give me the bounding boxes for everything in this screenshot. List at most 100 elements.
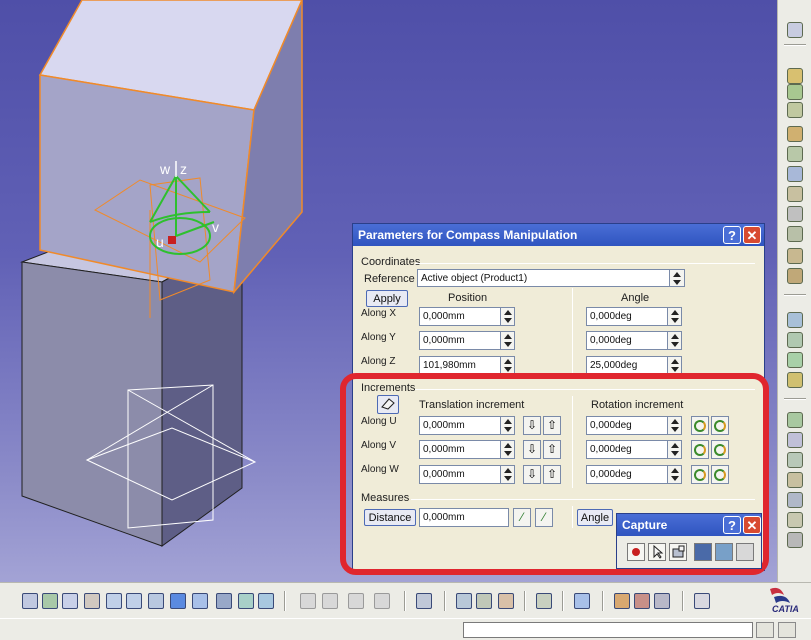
- shading-icon[interactable]: [216, 593, 232, 609]
- clash-icon[interactable]: [456, 593, 472, 609]
- explode-icon[interactable]: [787, 352, 803, 368]
- replace-icon[interactable]: [787, 166, 803, 182]
- stop-manipulate-icon[interactable]: [787, 372, 803, 388]
- capture-options-icon[interactable]: [669, 543, 687, 561]
- capture-toolbar: Capture ? ✕: [616, 513, 762, 569]
- position-y-field[interactable]: 0,000mm: [419, 331, 501, 350]
- compass-origin-marker: [168, 236, 176, 244]
- image-capture-icon[interactable]: [715, 543, 733, 561]
- manipulation-icon[interactable]: [787, 312, 803, 328]
- swap-visible-space-icon[interactable]: [258, 593, 274, 609]
- space-analysis-icon[interactable]: [416, 593, 432, 609]
- fix-component-icon[interactable]: [787, 492, 803, 508]
- capture-close-button[interactable]: ✕: [743, 516, 761, 534]
- record-icon[interactable]: [627, 543, 645, 561]
- coordinates-divider: [415, 263, 755, 264]
- position-x-spinner[interactable]: [500, 307, 515, 326]
- zoom-in-icon[interactable]: [106, 593, 122, 609]
- reorder-icon[interactable]: [787, 206, 803, 222]
- angle-x-field[interactable]: 0,000deg: [586, 307, 668, 326]
- product-icon[interactable]: [787, 102, 803, 118]
- command-input[interactable]: [463, 622, 753, 638]
- lower-cube-left-face: [21, 261, 163, 547]
- numbering-icon[interactable]: [787, 226, 803, 242]
- bottom-toolbar: CATIA: [0, 582, 811, 618]
- toolbar-separator: [404, 591, 406, 611]
- along-y-label: Along Y: [361, 332, 396, 343]
- reference-select[interactable]: Active object (Product1): [417, 269, 685, 287]
- angle-y-spinner[interactable]: [667, 331, 682, 350]
- iso-view-icon[interactable]: [192, 593, 208, 609]
- measure-inertia-icon[interactable]: [348, 593, 364, 609]
- angle-constraint-icon[interactable]: [787, 472, 803, 488]
- select-mode-icon[interactable]: [648, 543, 666, 561]
- toolbar-separator: [784, 294, 806, 296]
- materials-icon[interactable]: [614, 593, 630, 609]
- catalog-browser-icon[interactable]: [574, 593, 590, 609]
- measure-thickness-icon[interactable]: [374, 593, 390, 609]
- contact-constraint-icon[interactable]: [787, 432, 803, 448]
- normal-view-icon[interactable]: [148, 593, 164, 609]
- angle-header: Angle: [621, 292, 650, 304]
- compass-view-icon[interactable]: [787, 22, 803, 38]
- toolbar-separator: [784, 44, 806, 46]
- component-icon[interactable]: [787, 126, 803, 142]
- reference-select-value: Active object (Product1): [421, 273, 528, 284]
- part-icon[interactable]: [787, 146, 803, 162]
- measure-item-icon[interactable]: [322, 593, 338, 609]
- apply-button[interactable]: Apply: [366, 290, 408, 307]
- offset-constraint-icon[interactable]: [787, 452, 803, 468]
- distance-analysis-icon[interactable]: [498, 593, 514, 609]
- dialog-title-bar[interactable]: Parameters for Compass Manipulation: [353, 224, 764, 246]
- close-button[interactable]: ✕: [743, 226, 761, 244]
- capture-help-button[interactable]: ?: [723, 516, 741, 534]
- along-x-label: Along X: [361, 308, 397, 319]
- movie-capture-icon[interactable]: [736, 543, 754, 561]
- position-header: Position: [448, 292, 488, 304]
- multi-view-icon[interactable]: [170, 593, 186, 609]
- rotate-icon[interactable]: [84, 593, 100, 609]
- dialog-title: Parameters for Compass Manipulation: [358, 228, 578, 242]
- reference-label: Reference: [364, 273, 415, 285]
- album-icon[interactable]: [694, 543, 712, 561]
- status-button-2[interactable]: [778, 622, 796, 638]
- toolbar-separator: [784, 398, 806, 400]
- reference-dropdown-icon[interactable]: [669, 269, 685, 287]
- status-button-1[interactable]: [756, 622, 774, 638]
- fit-all-icon[interactable]: [42, 593, 58, 609]
- graph-icon[interactable]: [787, 186, 803, 202]
- status-bar: [0, 618, 811, 640]
- along-z-label: Along Z: [361, 356, 396, 367]
- sectioning-icon[interactable]: [476, 593, 492, 609]
- position-y-spinner[interactable]: [500, 331, 515, 350]
- position-x-field[interactable]: 0,000mm: [419, 307, 501, 326]
- pan-icon[interactable]: [62, 593, 78, 609]
- table-icon[interactable]: [694, 593, 710, 609]
- coordinates-section-label: Coordinates: [361, 256, 421, 268]
- zoom-out-icon[interactable]: [126, 593, 142, 609]
- angle-y-field[interactable]: 0,000deg: [586, 331, 668, 350]
- snap-icon[interactable]: [787, 332, 803, 348]
- compass-u-label: u: [156, 234, 164, 250]
- measure-between-icon[interactable]: [300, 593, 316, 609]
- fast-instance-icon[interactable]: [787, 268, 803, 284]
- help-button[interactable]: ?: [723, 226, 741, 244]
- apply-material-icon[interactable]: [634, 593, 650, 609]
- update-all-icon[interactable]: [536, 593, 552, 609]
- catia-logo-text: CATIA: [772, 604, 799, 614]
- coincidence-constraint-icon[interactable]: [787, 412, 803, 428]
- update-icon[interactable]: [787, 532, 803, 548]
- capture-title: Capture: [622, 518, 668, 532]
- compass-z-label: z: [180, 161, 187, 177]
- coordinates-column-divider: [572, 288, 573, 378]
- scenes-icon[interactable]: [654, 593, 670, 609]
- multi-instance-icon[interactable]: [787, 248, 803, 264]
- assembly-icon[interactable]: [787, 84, 803, 100]
- fix-together-icon[interactable]: [787, 512, 803, 528]
- compass-w-label: w: [159, 161, 171, 177]
- hide-show-icon[interactable]: [238, 593, 254, 609]
- gear-icon[interactable]: [787, 68, 803, 84]
- fly-mode-icon[interactable]: [22, 593, 38, 609]
- angle-x-spinner[interactable]: [667, 307, 682, 326]
- toolbar-separator: [524, 591, 526, 611]
